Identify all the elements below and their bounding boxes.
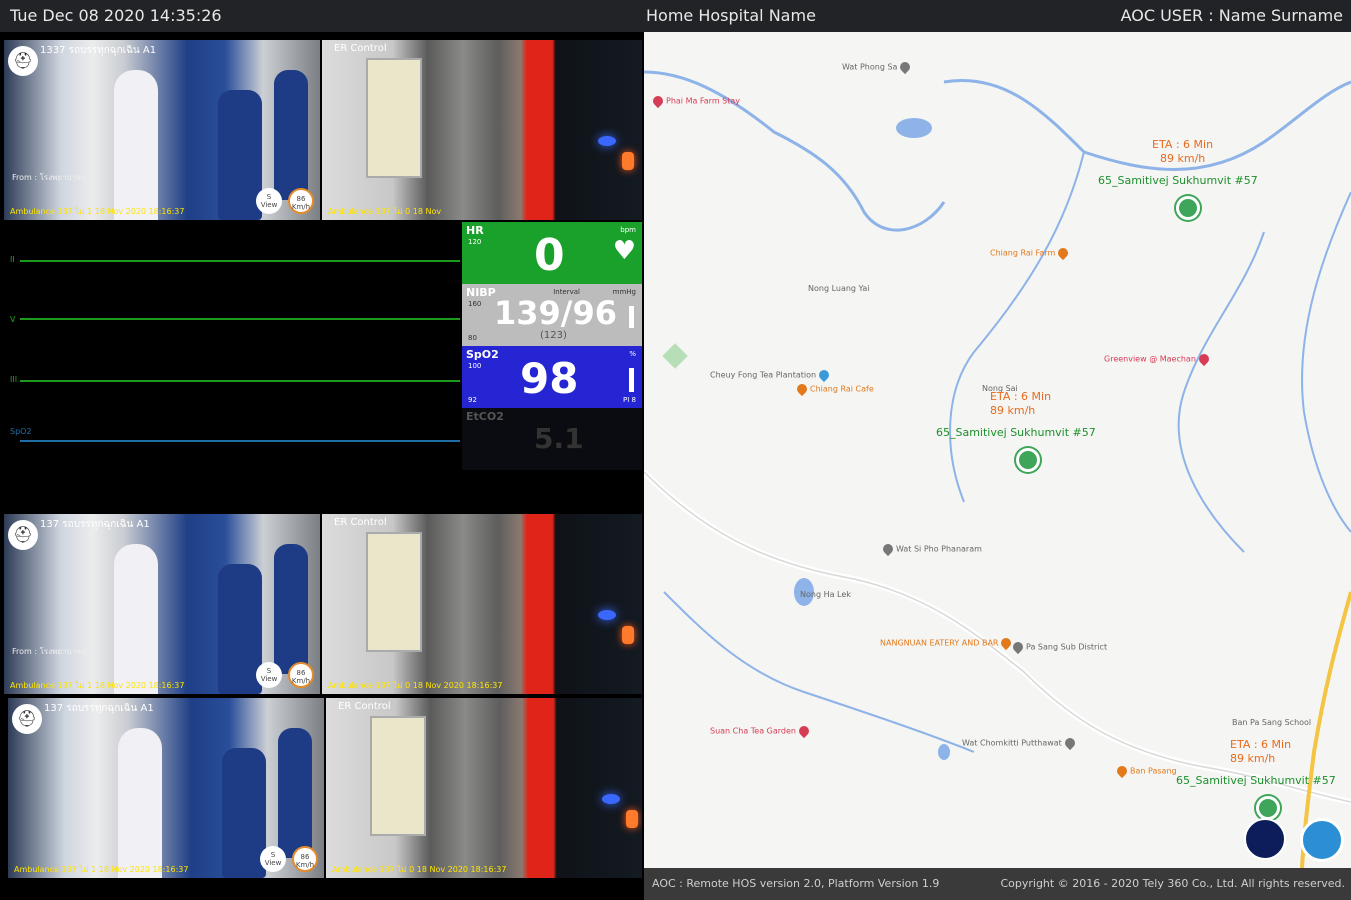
- view-button[interactable]: S View: [256, 662, 282, 688]
- eta-label: ETA : 6 Min 89 km/h: [990, 390, 1052, 417]
- camera-cabin-top[interactable]: ⛑ 1337 รถบรรทุกฉุกเฉิน A1 From : โรงพยาบ…: [4, 40, 320, 220]
- view-button[interactable]: S View: [260, 846, 286, 872]
- camera-er-mid[interactable]: ER Control Ambulance 137 ไม่ 0 18 Nov 20…: [322, 514, 642, 694]
- nibp-value: 139/96: [494, 294, 618, 332]
- hospital-logo-icon: [1300, 818, 1344, 862]
- hr-box: HR bpm 120 0 ♥: [462, 222, 642, 284]
- hr-value: 0: [534, 230, 565, 281]
- poi-marker[interactable]: Wat Chomkitti Putthawat: [962, 735, 1078, 751]
- poi-marker[interactable]: Nong Luang Yai: [808, 284, 869, 293]
- camera-cabin-bottom[interactable]: ⛑ 137 รถบรรทุกฉุกเฉิน A1 Ambulance 137 ไ…: [8, 698, 324, 878]
- poi-marker[interactable]: Ban Pasang: [1114, 763, 1177, 779]
- spo2-scale-bot: 92: [468, 396, 477, 404]
- ambulance-logo-icon: ⛑: [8, 46, 38, 76]
- camera-cabin-mid[interactable]: ⛑ 137 รถบรรทุกฉุกเฉิน A1 From : โรงพยาบา…: [4, 514, 320, 694]
- etco2-value: 5.1: [534, 422, 584, 455]
- speed-badge: 86 Km/h: [288, 188, 314, 214]
- waveform-iii: [20, 380, 460, 382]
- camera-er-top[interactable]: ER Control Ambulance 137 ไม่ 0 18 Nov: [322, 40, 642, 220]
- poi-marker[interactable]: Pa Sang Sub District: [1010, 639, 1107, 655]
- user-name[interactable]: AOC USER : Name Surname: [1121, 6, 1343, 25]
- poi-marker[interactable]: NANGNUAN EATERY AND BAR: [880, 635, 1014, 651]
- hr-scale: 120: [468, 238, 482, 246]
- etco2-label: EtCO2: [466, 410, 504, 423]
- hr-unit: bpm: [620, 226, 636, 234]
- vitals-panel: HR bpm 120 0 ♥ NIBP Interval mmHg 160 80…: [462, 222, 642, 470]
- wave-label: II: [10, 255, 15, 264]
- wave-label: SpO2: [10, 427, 32, 436]
- camera-caption: Ambulance 137 ไม่ 0 18 Nov 2020 18:16:37: [332, 865, 507, 874]
- ambulance-logo-icon: ⛑: [8, 520, 38, 550]
- poi-marker[interactable]: Greenview @ Maechan: [1104, 351, 1212, 367]
- camera-from: From : โรงพยาบาลบุ: [12, 173, 87, 182]
- nibp-bar: [629, 306, 634, 328]
- camera-caption: Ambulance 137 ไม่ 0 18 Nov 2020 18:16:37: [328, 681, 503, 690]
- waveform-spo2: [20, 440, 460, 442]
- poi-marker[interactable]: Chiang Rai Cafe: [794, 381, 874, 397]
- ambulance-label: 65_Samitivej Sukhumvit #57: [936, 426, 1096, 439]
- hospital-name: Home Hospital Name: [646, 6, 816, 25]
- spo2-box: SpO2 % 100 92 98 PI 8: [462, 346, 642, 408]
- nibp-box: NIBP Interval mmHg 160 80 139/96 (123): [462, 284, 642, 346]
- poi-marker[interactable]: Cheuy Fong Tea Plantation: [710, 367, 832, 383]
- version-text: AOC : Remote HOS version 2.0, Platform V…: [652, 877, 940, 890]
- spo2-scale-top: 100: [468, 362, 482, 370]
- ambulance-label: 65_Samitivej Sukhumvit #57: [1098, 174, 1258, 187]
- wave-label: III: [10, 375, 18, 384]
- copyright-text: Copyright © 2016 - 2020 Tely 360 Co., Lt…: [1000, 877, 1345, 890]
- waveform-ii: [20, 260, 460, 262]
- eta-label: ETA : 6 Min 89 km/h: [1152, 138, 1214, 165]
- waveform-panel: II V III SpO2: [0, 222, 462, 510]
- speed-badge: 86 Km/h: [288, 662, 314, 688]
- camera-caption: Ambulance 137 ไม่ 1 18 Nov 2020 18:16:37: [10, 207, 185, 216]
- poi-marker[interactable]: Suan Cha Tea Garden: [710, 723, 812, 739]
- monitor-panel: ⛑ 1337 รถบรรทุกฉุกเฉิน A1 From : โรงพยาบ…: [0, 32, 644, 900]
- footer: AOC : Remote HOS version 2.0, Platform V…: [644, 868, 1351, 900]
- poi-marker[interactable]: Wat Si Pho Phanaram: [880, 541, 982, 557]
- nibp-label: NIBP: [466, 286, 496, 299]
- camera-from: From : โรงพยาบาลบุ: [12, 647, 87, 656]
- datetime: Tue Dec 08 2020 14:35:26: [10, 6, 222, 25]
- poi-marker[interactable]: Nong Ha Lek: [800, 590, 851, 599]
- spo2-value: 98: [520, 354, 579, 403]
- camera-er-bottom[interactable]: ER Control Ambulance 137 ไม่ 0 18 Nov 20…: [326, 698, 642, 878]
- emergency-logo-icon: [1244, 818, 1286, 860]
- speed-badge: 86 Km/h: [292, 846, 318, 872]
- spo2-bar: [629, 368, 634, 392]
- poi-marker[interactable]: Chiang Rai Farm: [990, 245, 1071, 261]
- camera-label: 1337 รถบรรทุกฉุกเฉิน A1: [40, 45, 157, 56]
- waveform-v: [20, 318, 460, 320]
- camera-caption: Ambulance 137 ไม่ 1 18 Nov 2020 18:16:37: [14, 865, 189, 874]
- camera-label: ER Control: [338, 701, 391, 712]
- eta-label: ETA : 6 Min 89 km/h: [1230, 738, 1292, 765]
- hr-label: HR: [466, 224, 484, 237]
- nibp-mean: (123): [540, 330, 567, 341]
- poi-marker[interactable]: Wat Phong Sa: [842, 59, 913, 75]
- camera-caption: Ambulance 137 ไม่ 0 18 Nov: [328, 207, 442, 216]
- spo2-pi: PI 8: [623, 396, 636, 404]
- spo2-label: SpO2: [466, 348, 499, 361]
- ambulance-marker-icon[interactable]: [1176, 196, 1200, 220]
- nibp-scale-top: 160: [468, 300, 482, 308]
- camera-caption: Ambulance 137 ไม่ 1 18 Nov 2020 18:16:37: [10, 681, 185, 690]
- camera-label: ER Control: [334, 43, 387, 54]
- heart-icon: ♥: [612, 236, 636, 266]
- ambulance-label: 65_Samitivej Sukhumvit #57: [1176, 774, 1336, 787]
- view-button[interactable]: S View: [256, 188, 282, 214]
- poi-marker[interactable]: Phai Ma Farm Stay: [650, 93, 740, 109]
- ambulance-marker-icon[interactable]: [1016, 448, 1040, 472]
- ambulance-marker-icon[interactable]: [1256, 796, 1280, 820]
- wave-label: V: [10, 315, 16, 324]
- camera-label: 137 รถบรรทุกฉุกเฉิน A1: [40, 519, 150, 530]
- map-view[interactable]: Phai Ma Farm Stay Wat Phong Sa Nong Luan…: [644, 32, 1351, 868]
- camera-label: 137 รถบรรทุกฉุกเฉิน A1: [44, 703, 154, 714]
- top-bar: Tue Dec 08 2020 14:35:26 Home Hospital N…: [0, 0, 1351, 32]
- etco2-box: EtCO2 5.1: [462, 408, 642, 470]
- camera-label: ER Control: [334, 517, 387, 528]
- nibp-scale-bot: 80: [468, 334, 477, 342]
- spo2-unit: %: [629, 350, 636, 358]
- ambulance-logo-icon: ⛑: [12, 704, 42, 734]
- poi-marker[interactable]: Ban Pa Sang School: [1232, 718, 1311, 727]
